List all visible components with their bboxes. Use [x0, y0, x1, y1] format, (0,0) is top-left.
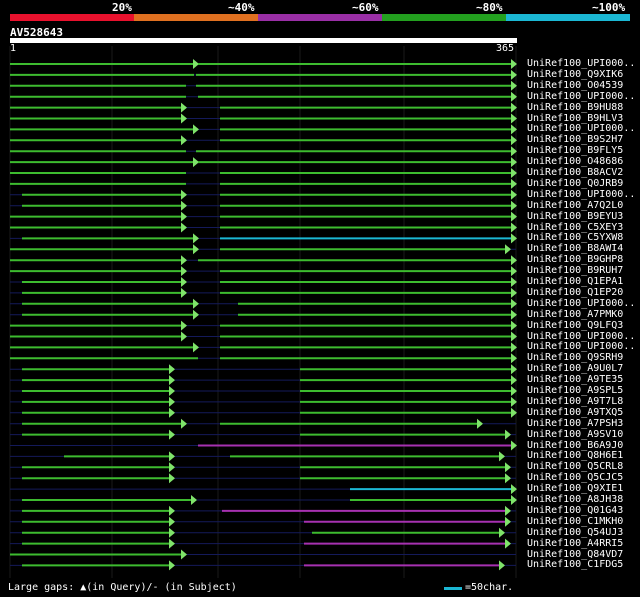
hit-arrowhead [193, 233, 199, 244]
hit-label[interactable]: UniRef100_Q9SRH9 [527, 353, 623, 363]
hit-arrowhead [181, 549, 187, 560]
hit-label[interactable]: UniRef100_Q9XIK6 [527, 69, 623, 80]
hit-arrowhead [169, 396, 175, 407]
hit-label[interactable]: UniRef100_A9SPL5 [527, 386, 623, 396]
hit-label[interactable]: UniRef100_Q1EPA1 [527, 277, 623, 287]
hit-arrowhead [193, 244, 199, 255]
hit-arrowhead [181, 222, 187, 233]
hit-arrowhead [169, 505, 175, 516]
gap-legend: Large gaps: ▲(in Query)/- (in Subject) [8, 582, 237, 593]
hit-arrowhead [181, 102, 187, 113]
hit-label[interactable]: UniRef100_A7PMK0 [527, 309, 623, 320]
hit-arrowhead [499, 451, 505, 462]
hit-label[interactable]: UniRef100_Q9XIE1 [527, 484, 623, 494]
hit-label[interactable]: UniRef100_UPI000.. [527, 124, 635, 134]
hit-label[interactable]: UniRef100_Q54UJ3 [527, 527, 623, 538]
hit-arrowhead [477, 418, 483, 429]
hit-arrowhead [505, 244, 511, 255]
hit-label[interactable]: UniRef100_B9FLY5 [527, 146, 623, 156]
hit-label[interactable]: UniRef100_C5XEY3 [527, 222, 623, 233]
hit-arrowhead [505, 473, 511, 484]
hit-arrowhead [181, 331, 187, 342]
hit-label[interactable]: UniRef100_A9T7L8 [527, 396, 623, 407]
hit-label[interactable]: UniRef100_A4RRI5 [527, 538, 623, 549]
hit-label[interactable]: UniRef100_B9EYU3 [527, 211, 623, 222]
hit-arrowhead [191, 495, 197, 505]
hit-label[interactable]: UniRef100_A9TE35 [527, 375, 623, 385]
hit-arrowhead [169, 516, 175, 527]
hit-arrowhead [169, 364, 175, 375]
hit-label[interactable]: UniRef100_A7PSH3 [527, 418, 623, 429]
hit-label[interactable]: UniRef100_C1MKH0 [527, 516, 623, 527]
hit-arrowhead [505, 505, 511, 516]
hit-label[interactable]: UniRef100_O04539 [527, 80, 623, 91]
hit-label[interactable]: UniRef100_B9S2H7 [527, 135, 623, 145]
hit-arrowhead [505, 462, 511, 473]
hit-label[interactable]: UniRef100_UPI000.. [527, 189, 635, 200]
hit-arrowhead [169, 407, 175, 418]
hit-arrowhead [181, 255, 187, 266]
hit-label[interactable]: UniRef100_B9RUH7 [527, 266, 623, 276]
hit-arrowhead [169, 538, 175, 549]
hit-arrowhead [181, 211, 187, 222]
hit-label[interactable]: UniRef100_UPI000.. [527, 342, 635, 352]
hit-label[interactable]: UniRef100_Q84VD7 [527, 549, 623, 560]
hit-arrowhead [505, 429, 511, 440]
scale-bar [444, 587, 462, 590]
hit-label[interactable]: UniRef100_UPI000.. [527, 59, 635, 69]
hit-arrowhead [169, 560, 175, 571]
hit-label[interactable]: UniRef100_B8AWI4 [527, 244, 623, 254]
hit-arrowhead [499, 527, 505, 538]
hit-label[interactable]: UniRef100_UPI000.. [527, 298, 635, 309]
hit-arrowhead [181, 320, 187, 331]
hit-label[interactable]: UniRef100_A7Q2L0 [527, 200, 623, 211]
hit-label[interactable]: UniRef100_A8JH38 [527, 495, 623, 505]
hit-arrowhead [169, 527, 175, 538]
hit-arrowhead [181, 135, 187, 146]
hit-arrowhead [499, 560, 505, 571]
hit-label[interactable]: UniRef100_Q8H6E1 [527, 451, 623, 461]
hit-label[interactable]: UniRef100_O48686 [527, 157, 623, 167]
hit-arrowhead [181, 287, 187, 298]
hit-arrowhead [169, 462, 175, 473]
hit-arrowhead [505, 538, 511, 549]
hit-label[interactable]: UniRef100_Q01G43 [527, 505, 623, 516]
hit-arrowhead [193, 124, 199, 135]
hit-arrowhead [193, 309, 199, 320]
hit-label[interactable]: UniRef100_Q5CJC5 [527, 473, 623, 483]
hit-arrowhead [169, 386, 175, 396]
hit-arrowhead [193, 298, 199, 309]
hit-label[interactable]: UniRef100_B8ACV2 [527, 168, 623, 178]
hit-label[interactable]: UniRef100_B9HU88 [527, 102, 623, 113]
hit-label[interactable]: UniRef100_B6A9J0 [527, 440, 623, 451]
hit-arrowhead [169, 375, 175, 386]
hit-label[interactable]: UniRef100_UPI000.. [527, 91, 635, 102]
hit-arrowhead [169, 429, 175, 440]
hit-label[interactable]: UniRef100_Q0JRB9 [527, 178, 623, 189]
hit-label[interactable]: UniRef100_C1FDG5 [527, 560, 623, 570]
hit-arrowhead [169, 451, 175, 462]
hit-arrowhead [181, 189, 187, 200]
hit-arrowhead [181, 266, 187, 277]
scale-label: =50char. [465, 582, 514, 593]
hit-label[interactable]: UniRef100_Q1EP20 [527, 287, 623, 298]
hit-arrowhead [181, 418, 187, 429]
hit-arrowhead [193, 342, 199, 353]
hit-label[interactable]: UniRef100_Q5CRL8 [527, 462, 623, 472]
hit-label[interactable]: UniRef100_B9HLV3 [527, 113, 623, 124]
hit-label[interactable]: UniRef100_B9GHP8 [527, 255, 623, 265]
hit-label[interactable]: UniRef100_C5YXW8 [527, 233, 623, 243]
hit-arrowhead [181, 277, 187, 287]
hit-arrowhead [505, 516, 511, 527]
hit-arrowhead [169, 473, 175, 484]
hit-arrowhead [181, 200, 187, 211]
hit-label[interactable]: UniRef100_A9U0L7 [527, 364, 623, 374]
hit-label[interactable]: UniRef100_A9SV10 [527, 429, 623, 440]
hit-label[interactable]: UniRef100_A9TXQ5 [527, 407, 623, 418]
hit-label[interactable]: UniRef100_UPI000.. [527, 331, 635, 342]
hit-arrowhead [181, 113, 187, 124]
hit-label[interactable]: UniRef100_Q9LFQ3 [527, 320, 623, 331]
